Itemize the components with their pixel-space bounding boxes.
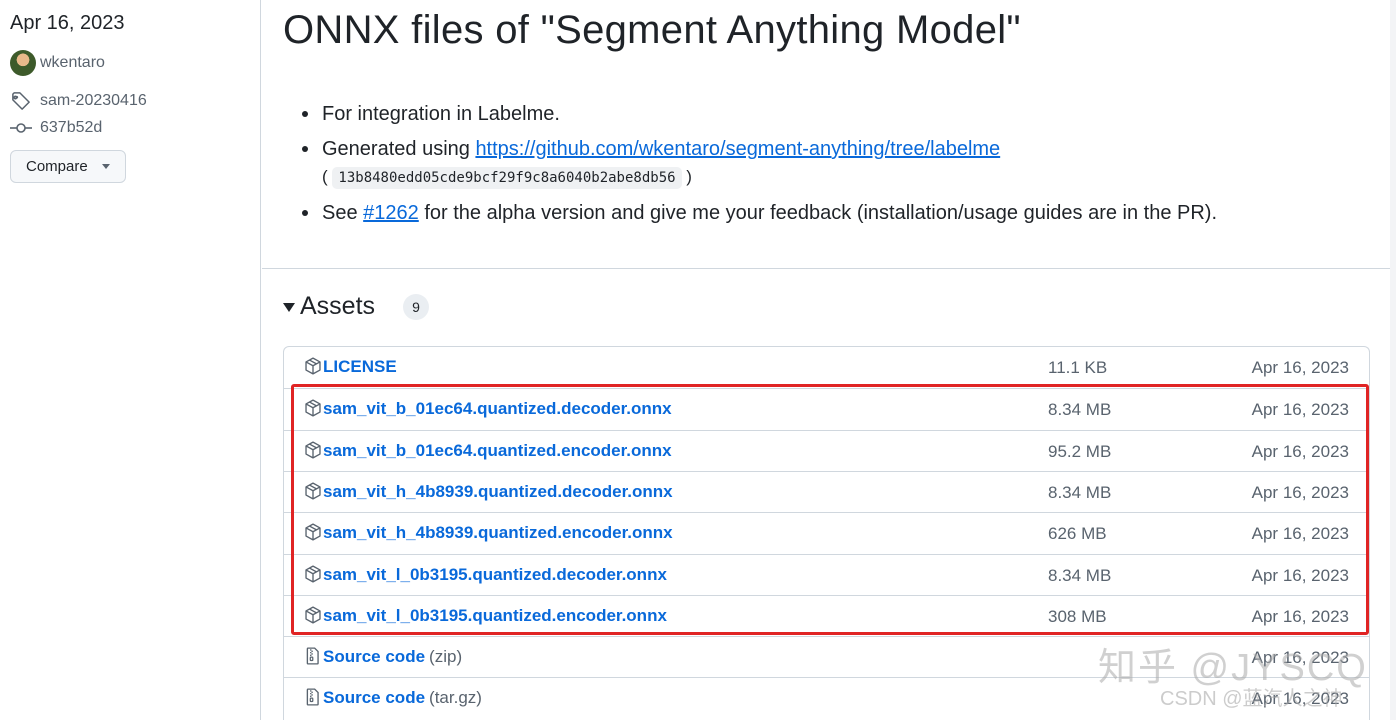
asset-link[interactable]: Source code (tar.gz) (323, 688, 482, 708)
asset-size: 8.34 MB (1048, 400, 1112, 420)
asset-date: Apr 16, 2023 (1251, 358, 1349, 377)
release-sidebar: Apr 16, 2023 wkentaro sam-20230416 637b5… (0, 0, 261, 720)
asset-date: Apr 16, 2023 (1251, 606, 1349, 626)
asset-name: sam_vit_h_4b8939.quantized.decoder.onnx (323, 481, 673, 501)
asset-name: sam_vit_b_01ec64.quantized.decoder.onnx (323, 399, 672, 419)
asset-date: Apr 16, 2023 (1251, 482, 1349, 502)
asset-name: sam_vit_h_4b8939.quantized.encoder.onnx (323, 523, 673, 543)
paren-close: ) (686, 167, 692, 186)
bullet-text: For integration in Labelme. (322, 103, 560, 125)
asset-link[interactable]: Source code (zip) (323, 647, 462, 667)
asset-name: LICENSE (323, 357, 397, 376)
asset-name: Source code (323, 688, 426, 708)
asset-link[interactable]: sam_vit_l_0b3195.quantized.decoder.onnx (323, 565, 667, 585)
package-icon (304, 399, 322, 417)
watermark: CSDN @蓝汽人之神 (1160, 688, 1343, 710)
author-link[interactable]: wkentaro (10, 50, 105, 76)
commit-sha-code: 13b8480edd05cde9bcf29f9c8a6040b2abe8db56 (332, 167, 682, 189)
package-icon (304, 606, 322, 624)
asset-size: 8.34 MB (1048, 482, 1112, 502)
bullet-text: See (322, 202, 364, 224)
package-icon (304, 482, 322, 500)
asset-date: Apr 16, 2023 (1251, 565, 1349, 585)
asset-name: Source code (323, 647, 426, 667)
package-icon (304, 441, 322, 459)
assets-title: Assets (300, 292, 376, 320)
file-zip-icon (304, 647, 322, 665)
asset-name: sam_vit_l_0b3195.quantized.decoder.onnx (323, 564, 667, 584)
caret-down-icon (101, 164, 110, 169)
list-item: Generated using https://github.com/wkent… (301, 135, 1000, 163)
section-divider (262, 268, 1396, 269)
list-item: For integration in Labelme. (302, 100, 560, 128)
assets-count-badge: 9 (403, 293, 430, 320)
asset-name: sam_vit_b_01ec64.quantized.encoder.onnx (323, 440, 672, 460)
asset-date: Apr 16, 2023 (1251, 441, 1349, 461)
paren-open: ( (322, 167, 328, 186)
package-icon (304, 523, 322, 541)
tag-link[interactable]: sam-20230416 (10, 90, 147, 112)
git-commit-icon (10, 117, 32, 139)
asset-size: 626 MB (1048, 524, 1107, 544)
asset-size: 308 MB (1048, 606, 1107, 626)
asset-suffix: (zip) (429, 647, 463, 667)
asset-link[interactable]: sam_vit_b_01ec64.quantized.encoder.onnx (323, 441, 672, 461)
package-icon (304, 564, 322, 583)
asset-name: sam_vit_l_0b3195.quantized.encoder.onnx (323, 605, 667, 625)
asset-link[interactable]: LICENSE (323, 357, 397, 377)
commit-link[interactable]: 637b52d (10, 117, 102, 139)
asset-row: sam_vit_b_01ec64.quantized.encoder.onnx 9… (284, 429, 1369, 471)
commit-hash[interactable]: 637b52d (40, 119, 102, 137)
compare-label: Compare (26, 158, 88, 175)
author-name[interactable]: wkentaro (40, 54, 105, 72)
asset-link[interactable]: sam_vit_h_4b8939.quantized.encoder.onnx (323, 523, 673, 543)
asset-row: LICENSE 11.1 KB Apr 16, 2023 (284, 347, 1369, 388)
asset-row: sam_vit_b_01ec64.quantized.decoder.onnx 8… (284, 388, 1369, 429)
repo-link[interactable]: https://github.com/wkentaro/segment-anyt… (475, 138, 1000, 160)
release-title: ONNX files of "Segment Anything Model" (283, 8, 1021, 52)
package-icon (304, 357, 322, 375)
asset-link[interactable]: sam_vit_b_01ec64.quantized.decoder.onnx (323, 399, 672, 419)
asset-suffix: (tar.gz) (429, 688, 482, 708)
scrollbar[interactable] (1390, 0, 1396, 720)
bullet-text: for the alpha version and give me your f… (418, 202, 1218, 224)
asset-link[interactable]: sam_vit_h_4b8939.quantized.decoder.onnx (323, 482, 673, 502)
file-zip-icon (304, 688, 322, 706)
triangle-down-icon (283, 303, 295, 312)
asset-row: sam_vit_l_0b3195.quantized.decoder.onnx 8… (284, 553, 1369, 595)
asset-row: sam_vit_h_4b8939.quantized.decoder.onnx 8… (284, 470, 1369, 512)
assets-toggle[interactable]: Assets 9 (283, 292, 430, 321)
tag-icon (10, 90, 32, 112)
release-date: Apr 16, 2023 (10, 12, 125, 34)
compare-button[interactable]: Compare (10, 150, 126, 183)
asset-row: sam_vit_l_0b3195.quantized.encoder.onnx 3… (284, 594, 1369, 636)
asset-size: 8.34 MB (1048, 565, 1112, 585)
asset-size: 11.1 KB (1048, 358, 1108, 377)
asset-row: sam_vit_h_4b8939.quantized.encoder.onnx 6… (284, 512, 1369, 553)
pr-link[interactable]: #1262 (363, 202, 419, 224)
tag-name[interactable]: sam-20230416 (40, 92, 147, 110)
avatar[interactable] (10, 50, 36, 76)
asset-size: 95.2 MB (1048, 441, 1112, 461)
asset-link[interactable]: sam_vit_l_0b3195.quantized.encoder.onnx (323, 606, 667, 626)
asset-date: Apr 16, 2023 (1251, 400, 1349, 420)
list-item: See #1262 for the alpha version and give… (301, 199, 1218, 227)
bullet-text: Generated using (322, 138, 476, 160)
commit-ref: ( 13b8480edd05cde9bcf29f9c8a6040b2abe8db… (322, 167, 692, 189)
asset-date: Apr 16, 2023 (1251, 524, 1349, 544)
